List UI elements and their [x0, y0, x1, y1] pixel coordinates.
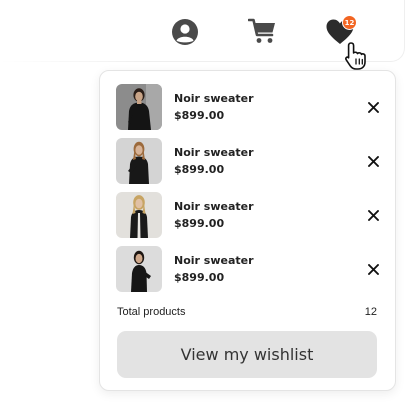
view-wishlist-button[interactable]: View my wishlist: [117, 331, 377, 378]
remove-item-button[interactable]: [364, 98, 382, 116]
wishlist-dropdown: Noir sweater $899.00 Noir sweater $899.0…: [99, 70, 396, 391]
header-fade: [0, 0, 150, 62]
product-name[interactable]: Noir sweater: [174, 200, 254, 213]
wishlist-button[interactable]: 12: [324, 14, 362, 48]
wishlist-count-badge: 12: [342, 15, 357, 30]
user-circle-icon: [172, 19, 198, 45]
remove-item-button[interactable]: [364, 152, 382, 170]
account-button[interactable]: [170, 17, 200, 47]
remove-item-button[interactable]: [364, 260, 382, 278]
wishlist-item[interactable]: Noir sweater $899.00: [116, 138, 380, 184]
product-image[interactable]: [116, 138, 162, 184]
product-price: $899.00: [174, 271, 225, 284]
header-bar: 12: [0, 0, 405, 62]
product-price: $899.00: [174, 163, 225, 176]
cart-button[interactable]: [247, 16, 279, 46]
close-icon: [367, 101, 379, 113]
product-name[interactable]: Noir sweater: [174, 254, 254, 267]
shopping-cart-icon: [248, 18, 275, 43]
total-products-count: 12: [364, 306, 377, 318]
wishlist-item[interactable]: Noir sweater $899.00: [116, 84, 380, 130]
close-icon: [367, 263, 379, 275]
total-products-label: Total products: [117, 306, 186, 318]
product-price: $899.00: [174, 109, 225, 122]
remove-item-button[interactable]: [364, 206, 382, 224]
product-image[interactable]: [116, 84, 162, 130]
close-icon: [367, 155, 379, 167]
close-icon: [367, 209, 379, 221]
product-image[interactable]: [116, 192, 162, 238]
product-name[interactable]: Noir sweater: [174, 92, 254, 105]
wishlist-item[interactable]: Noir sweater $899.00: [116, 246, 380, 292]
product-price: $899.00: [174, 217, 225, 230]
product-image[interactable]: [116, 246, 162, 292]
wishlist-item[interactable]: Noir sweater $899.00: [116, 192, 380, 238]
product-name[interactable]: Noir sweater: [174, 146, 254, 159]
